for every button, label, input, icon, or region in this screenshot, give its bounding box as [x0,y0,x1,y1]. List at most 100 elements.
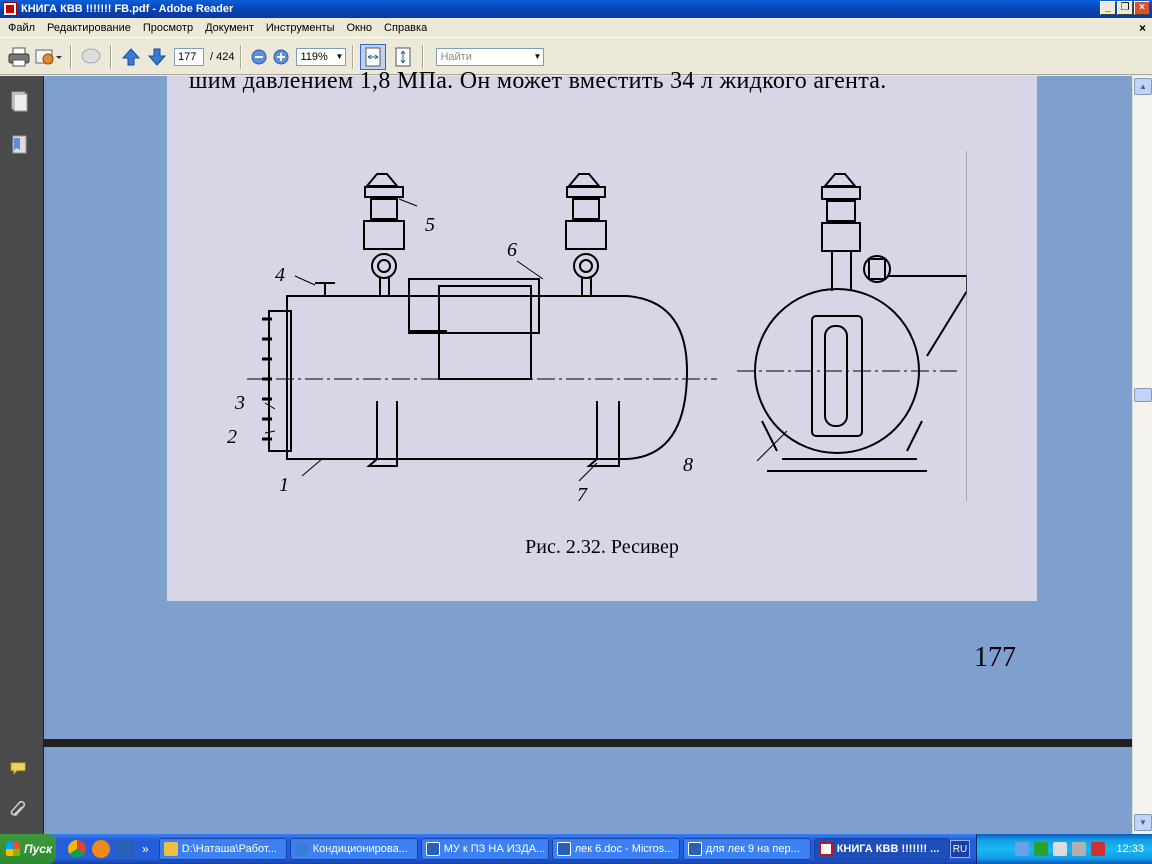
internet-explorer-icon [294,842,309,856]
document-area[interactable]: шим давлением 1,8 МПа. Он может вместить… [44,68,1132,834]
page-number-input[interactable]: 177 [174,47,204,66]
toolbar-separator [110,44,112,69]
scroll-up-button[interactable]: ▲ [1134,78,1152,95]
taskbar-button-word-3[interactable]: для лек 9 на пер... [682,838,811,860]
callout-7: 7 [577,484,588,506]
menu-help[interactable]: Справка [378,22,433,34]
start-button[interactable]: Пуск [0,834,56,864]
fit-page-icon [395,47,411,66]
email-icon [35,49,62,64]
receiver-technical-drawing: 1 2 3 4 5 6 7 8 [227,151,967,506]
window-controls: _ ❐ × [1100,1,1150,15]
page-total-label: / 424 [210,50,235,63]
word-icon [556,842,571,856]
vertical-scrollbar[interactable]: ▲ ▼ [1132,76,1152,834]
task-label: Кондиционирова... [312,843,408,855]
taskbar-button-folder[interactable]: D:\Наташа\Работ... [158,838,287,860]
arrow-up-icon [121,47,141,65]
scroll-down-button[interactable]: ▼ [1134,814,1152,831]
callout-8: 8 [683,454,693,476]
mail-at-icon[interactable] [92,840,110,858]
word-icon[interactable] [116,840,134,858]
search-input[interactable]: Найти ▼ [436,47,545,66]
menu-edit[interactable]: Редактирование [41,22,137,34]
task-label: лек 6.doc - Micros... [574,843,674,855]
toolbar-separator [240,44,243,69]
taskbar-button-browser[interactable]: Кондиционирова... [289,838,418,860]
network-icon[interactable] [1015,842,1030,856]
taskbar-button-adobe-reader[interactable]: КНИГА КВВ !!!!!!! ... [813,838,950,860]
search-placeholder: Найти [440,50,472,63]
menu-tools[interactable]: Инструменты [260,22,341,34]
menu-view[interactable]: Просмотр [137,22,199,34]
pages-icon[interactable] [9,90,29,112]
taskbar-button-word-1[interactable]: МУ к ПЗ НА ИЗДА... [420,838,549,860]
callout-6: 6 [507,239,517,261]
zoom-in-button[interactable] [270,44,292,70]
document-close-button[interactable]: × [1139,21,1146,35]
arrow-down-icon [147,48,167,66]
start-label: Пуск [24,842,53,856]
task-label: МУ к ПЗ НА ИЗДА... [443,843,546,855]
scroll-thumb[interactable] [1134,388,1152,402]
printer-icon [8,47,30,66]
language-indicator[interactable]: RU [950,840,970,858]
page-body-text: шим давлением 1,8 МПа. Он может вместить… [189,68,887,94]
menu-bar: Файл Редактирование Просмотр Документ Ин… [0,18,1152,38]
zoom-select[interactable]: 119% ▼ [296,47,347,66]
next-page-button[interactable] [144,44,170,70]
email-button[interactable] [32,44,64,70]
paperclip-icon[interactable] [9,798,29,820]
callout-3: 3 [234,392,245,414]
callout-1: 1 [279,474,289,496]
usb-icon[interactable] [1072,842,1087,856]
title-bar: КНИГА КВВ !!!!!!! FB.pdf - Adobe Reader … [0,0,1152,18]
taskbar: Пуск » D:\Наташа\Работ... Кондиционирова… [0,834,1152,864]
menu-window[interactable]: Окно [340,22,378,34]
chevron-down-icon: ▼ [533,51,542,61]
zoom-out-button[interactable] [248,44,270,70]
menu-document[interactable]: Документ [199,22,260,34]
callout-5: 5 [425,214,435,236]
next-page-area [44,747,1132,834]
quicklaunch-overflow-icon[interactable]: » [142,842,149,856]
toolbar-separator [70,44,72,69]
fit-width-icon [365,47,381,66]
plus-circle-icon [273,49,289,64]
comments-icon[interactable] [9,758,29,780]
fit-width-button[interactable] [360,43,387,70]
taskbar-button-word-2[interactable]: лек 6.doc - Micros... [551,838,680,860]
system-tray: 12:33 [976,834,1152,864]
restore-button[interactable]: ❐ [1117,1,1133,15]
task-label: D:\Наташа\Работ... [181,843,277,855]
chrome-icon[interactable] [68,840,86,858]
task-label: КНИГА КВВ !!!!!!! ... [836,843,940,855]
navigation-panel [0,76,44,834]
word-icon [687,842,702,856]
windows-logo-icon [6,842,20,856]
close-button[interactable]: × [1134,1,1150,15]
shield-icon[interactable] [1091,842,1106,856]
fit-page-button[interactable] [390,44,416,70]
page-separator [44,739,1132,747]
page-number: 177 [974,642,1016,673]
pdf-page: шим давлением 1,8 МПа. Он может вместить… [167,68,1037,601]
task-label: для лек 9 на пер... [705,843,800,855]
minimize-button[interactable]: _ [1100,1,1116,15]
folder-icon [163,842,178,856]
chevron-down-icon: ▼ [335,51,344,61]
print-button[interactable] [6,44,32,70]
zoom-value: 119% [300,50,328,63]
previous-page-button[interactable] [118,44,144,70]
minus-circle-icon [251,49,267,64]
bookmarks-icon[interactable] [9,134,29,156]
callout-2: 2 [227,426,237,448]
speaker-icon[interactable] [1053,842,1068,856]
menu-file[interactable]: Файл [2,22,41,34]
antivirus-icon[interactable] [1034,842,1049,856]
callout-4: 4 [275,264,285,286]
toolbar-separator [422,44,425,69]
window-title: КНИГА КВВ !!!!!!! FB.pdf - Adobe Reader [21,3,234,15]
comment-button[interactable] [78,44,104,70]
speech-bubble-icon [81,48,101,63]
